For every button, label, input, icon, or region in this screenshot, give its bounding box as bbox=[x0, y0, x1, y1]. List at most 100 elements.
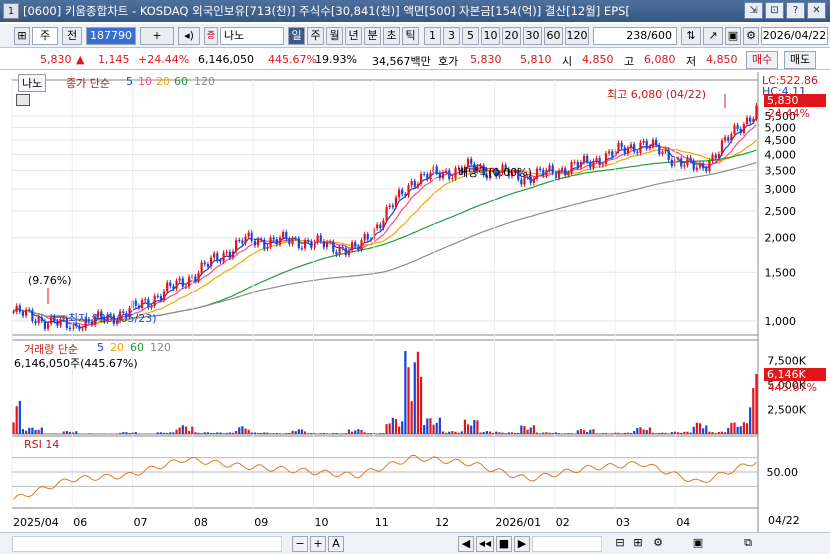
chart-area[interactable]: 1,000 1,500 2,000 2,500 3,000 3,500 4,000 4,500… bbox=[0, 72, 830, 532]
interval-10[interactable]: 10 bbox=[481, 27, 500, 45]
sell-button[interactable]: 매도 bbox=[784, 51, 817, 69]
period-month[interactable]: 월 bbox=[326, 27, 343, 45]
maximize-button[interactable]: ⊡ bbox=[765, 2, 784, 19]
interval-3[interactable]: 3 bbox=[443, 27, 460, 45]
volume-bar bbox=[570, 433, 573, 434]
period-day[interactable]: 일 bbox=[288, 27, 305, 45]
save-icon[interactable]: ▣ bbox=[725, 27, 741, 45]
volume-bar bbox=[162, 432, 166, 434]
layout-icon[interactable]: ▣ bbox=[690, 536, 706, 552]
close-button[interactable]: ✕ bbox=[807, 2, 826, 19]
volume-bar bbox=[529, 427, 532, 434]
volume-bar bbox=[645, 430, 648, 434]
draw-icon[interactable]: ↗ bbox=[703, 27, 723, 45]
candle-body bbox=[222, 252, 225, 262]
volume-bar bbox=[664, 432, 667, 434]
candle-body bbox=[316, 235, 319, 243]
prev-button[interactable]: 전 bbox=[62, 27, 82, 45]
interval-60[interactable]: 60 bbox=[544, 27, 563, 45]
candle-body bbox=[28, 309, 31, 311]
date-field[interactable]: 2026/04/22 bbox=[761, 27, 828, 45]
plus-minus-button[interactable]: + bbox=[140, 27, 174, 45]
candle-body bbox=[664, 149, 667, 152]
table-icon[interactable] bbox=[16, 94, 30, 106]
zoom-out-button[interactable]: − bbox=[292, 536, 308, 552]
candle-body bbox=[576, 161, 579, 168]
window-icon[interactable]: ⧉ bbox=[740, 536, 756, 552]
grid-icon[interactable]: ⊞ bbox=[14, 27, 30, 45]
sound-icon[interactable]: ◂) bbox=[178, 27, 200, 45]
stop-icon[interactable]: ■ bbox=[496, 536, 512, 552]
volume-bar bbox=[739, 426, 742, 434]
volume-bar bbox=[683, 431, 686, 434]
candle-body bbox=[407, 185, 410, 196]
font-size-button[interactable]: A bbox=[328, 536, 344, 552]
interval-30[interactable]: 30 bbox=[523, 27, 542, 45]
collapse-icon[interactable]: ⊟ bbox=[612, 536, 628, 552]
speed-slider[interactable] bbox=[532, 536, 602, 552]
code-input[interactable]: 187790 bbox=[86, 27, 136, 45]
period-second[interactable]: 초 bbox=[383, 27, 400, 45]
buy-button[interactable]: 매수 bbox=[746, 51, 779, 69]
volume-bar bbox=[119, 432, 122, 434]
candle-body bbox=[698, 163, 702, 168]
interval-20[interactable]: 20 bbox=[502, 27, 521, 45]
interval-120[interactable]: 120 bbox=[565, 27, 589, 45]
interval-1[interactable]: 1 bbox=[424, 27, 441, 45]
price-tick-label: 1,000 bbox=[765, 315, 797, 328]
volume-bar bbox=[670, 432, 673, 434]
zoom-in-button[interactable]: + bbox=[310, 536, 326, 552]
prev-icon[interactable]: ◀ bbox=[458, 536, 474, 552]
volume-bar bbox=[238, 427, 241, 434]
volume-bar bbox=[579, 429, 583, 434]
market-select[interactable]: 주 bbox=[32, 27, 58, 45]
expand-icon[interactable]: ⊞ bbox=[630, 536, 646, 552]
volume-bar bbox=[513, 432, 517, 434]
scroll-track[interactable] bbox=[12, 536, 282, 552]
volume-bar bbox=[175, 429, 178, 434]
stock-tab[interactable]: 나노 bbox=[18, 74, 47, 92]
volume-ma-60: 60 bbox=[130, 341, 144, 354]
period-week[interactable]: 주 bbox=[307, 27, 324, 45]
restore-button[interactable]: ⇲ bbox=[744, 2, 763, 19]
ma-legend-20: 20 bbox=[156, 75, 170, 88]
candle-body bbox=[78, 326, 81, 329]
volume-bar bbox=[385, 424, 388, 434]
count-field[interactable]: 238/600 bbox=[593, 27, 677, 45]
interval-5[interactable]: 5 bbox=[462, 27, 479, 45]
volume-bar bbox=[159, 432, 162, 434]
volume-bar bbox=[90, 433, 94, 434]
stock-name-field[interactable]: 나노 bbox=[220, 27, 284, 45]
candle-body bbox=[40, 317, 43, 321]
gear-icon[interactable]: ⚙ bbox=[743, 27, 759, 45]
candle-body bbox=[294, 238, 297, 240]
candle-body bbox=[178, 278, 181, 281]
candle-body bbox=[570, 162, 573, 173]
chart-svg[interactable]: 1,000 1,500 2,000 2,500 3,000 3,500 4,0004,500… bbox=[0, 72, 830, 532]
volume-bar bbox=[658, 433, 661, 434]
candle-body bbox=[275, 239, 278, 245]
volume-bar bbox=[614, 432, 617, 434]
settings-icon[interactable]: ⚙ bbox=[650, 536, 666, 552]
candle-body bbox=[244, 236, 247, 244]
volume-bar bbox=[341, 433, 344, 434]
period-tick[interactable]: 틱 bbox=[402, 27, 419, 45]
volume-bar bbox=[319, 433, 322, 434]
candle-body bbox=[429, 172, 432, 179]
period-minute[interactable]: 분 bbox=[364, 27, 381, 45]
help-button[interactable]: ? bbox=[786, 2, 805, 19]
candle-body bbox=[730, 134, 733, 141]
candle-body bbox=[37, 317, 40, 324]
volume-bar bbox=[297, 429, 300, 434]
candle-body bbox=[388, 205, 391, 208]
chart-type-icon[interactable]: ⇅ bbox=[681, 27, 701, 45]
candle-body bbox=[347, 250, 351, 255]
volume-bar bbox=[749, 407, 752, 434]
candle-body bbox=[617, 142, 620, 151]
next-icon[interactable]: ▶ bbox=[514, 536, 530, 552]
period-year[interactable]: 년 bbox=[345, 27, 362, 45]
rewind-icon[interactable]: ◀◀ bbox=[476, 536, 494, 552]
candle-body bbox=[749, 117, 752, 122]
candle-body bbox=[200, 262, 203, 273]
candle-body bbox=[448, 170, 451, 179]
